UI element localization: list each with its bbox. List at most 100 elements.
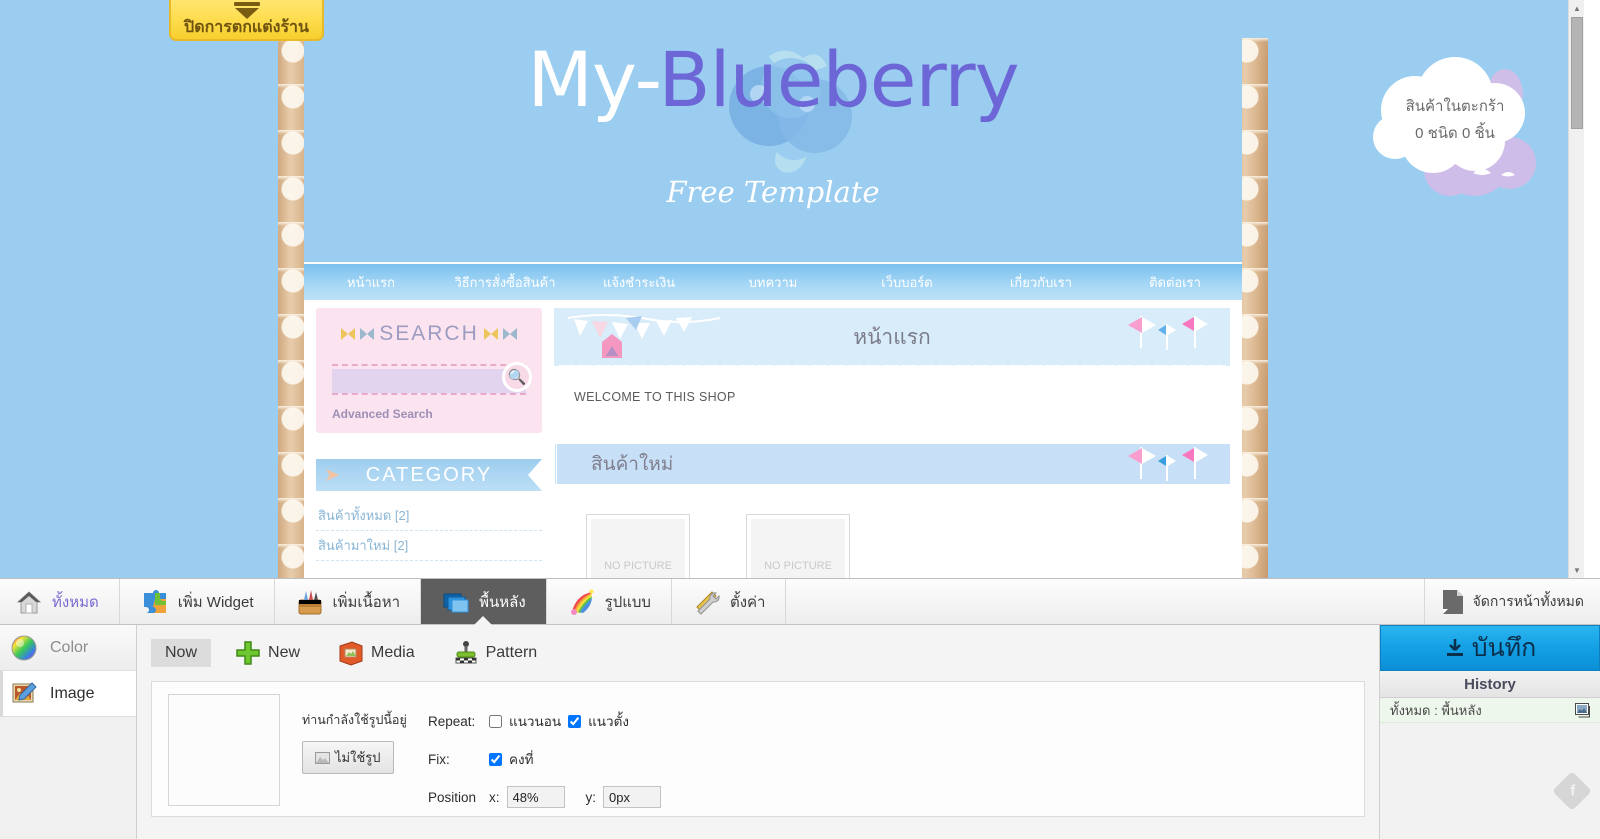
history-item-label: ทั้งหมด : พื้นหลัง xyxy=(1390,702,1482,718)
side-item-color[interactable]: Color xyxy=(0,625,136,671)
toolbox-icon xyxy=(298,589,321,614)
close-decoration-button[interactable]: ปิดการตกแต่งร้าน xyxy=(169,0,324,41)
product-thumbnail[interactable]: NO PICTURE xyxy=(746,514,850,578)
scroll-up-arrow-icon[interactable]: ▲ xyxy=(1569,0,1584,16)
new-products-title: สินค้าใหม่ xyxy=(591,454,674,475)
cart-count: 0 ชนิด 0 ชิ้น xyxy=(1415,125,1495,142)
search-widget: SEARCH 🔍 Advanced Search xyxy=(316,308,542,433)
search-dash-bottom xyxy=(332,393,526,395)
repeat-row: Repeat: แนวนอน แนวตั้ง xyxy=(428,710,661,732)
history-item[interactable]: ทั้งหมด : พื้นหลัง xyxy=(1380,698,1600,723)
panel-tab-now-label: Now xyxy=(165,644,198,661)
nav-item-webboard[interactable]: เว็บบอร์ด xyxy=(840,272,974,293)
manage-all-pages-button[interactable]: จัดการหน้าทั้งหมด xyxy=(1425,579,1600,624)
history-list-body: f xyxy=(1380,723,1600,839)
toolbar-tab-all-label: ทั้งหมด xyxy=(52,593,99,611)
bowtie-blue-icon-2 xyxy=(502,328,517,340)
search-input[interactable] xyxy=(332,369,526,393)
position-x-label: x: xyxy=(489,789,500,805)
triangle-down-icon-bar xyxy=(233,2,260,6)
right-panel: บันทึก History ทั้งหมด : พื้นหลัง f xyxy=(1379,625,1600,839)
stamp-icon xyxy=(455,641,477,664)
fix-row: Fix: คงที่ xyxy=(428,748,661,770)
nav-item-how-to-order[interactable]: วิธีการสั่งซื้อสินค้า xyxy=(438,272,572,293)
category-list: สินค้าทั้งหมด [2] สินค้ามาใหม่ [2] xyxy=(316,491,542,561)
scrollbar-thumb[interactable] xyxy=(1571,17,1583,129)
page-scrollbar[interactable]: ▲ ▼ xyxy=(1568,0,1584,578)
position-y-input[interactable] xyxy=(603,786,662,808)
manage-all-pages-label: จัดการหน้าทั้งหมด xyxy=(1472,592,1584,609)
background-image-preview[interactable] xyxy=(168,694,280,806)
page-icon xyxy=(1442,589,1463,614)
cart-label: สินค้าในตะกร้า xyxy=(1405,98,1505,115)
site-sidebar: SEARCH 🔍 Advanced Search ➤ CATEGORY สินค… xyxy=(304,300,554,578)
search-field-wrap: 🔍 xyxy=(332,362,532,395)
background-image-settings-card: ท่านกำลังใช้รูปนี้อยู่ ไม่ใช้รูป Repeat:… xyxy=(151,681,1365,817)
position-row: Position x: y: xyxy=(428,786,662,808)
welcome-message: WELCOME TO THIS SHOP xyxy=(558,378,1226,416)
toolbar-tab-add-content[interactable]: เพิ่มเนื้อหา xyxy=(275,579,422,624)
panel-tab-new[interactable]: New xyxy=(221,635,314,671)
cart-widget[interactable]: สินค้าในตะกร้า 0 ชนิด 0 ชิ้น xyxy=(1355,55,1555,215)
editor-side-nav: Color Image xyxy=(0,625,137,839)
site-banner: My-Blueberry Free Template xyxy=(304,0,1242,262)
category-item-new[interactable]: สินค้ามาใหม่ [2] xyxy=(316,531,542,561)
site-navbar: หน้าแรก วิธีการสั่งซื้อสินค้า แจ้งชำระเง… xyxy=(304,262,1242,300)
nav-item-contact[interactable]: ติดต่อเรา xyxy=(1108,272,1242,293)
color-wheel-icon xyxy=(11,635,37,660)
advanced-search-link[interactable]: Advanced Search xyxy=(332,407,526,421)
fix-checkbox[interactable] xyxy=(489,752,502,766)
tools-icon xyxy=(696,590,720,615)
save-button[interactable]: บันทึก xyxy=(1380,625,1600,671)
panel-tab-now[interactable]: Now xyxy=(151,639,212,667)
nav-item-about-us[interactable]: เกี่ยวกับเรา xyxy=(974,272,1108,293)
nav-item-articles[interactable]: บทความ xyxy=(706,272,840,293)
site-container: My-Blueberry Free Template หน้าแรก วิธีก… xyxy=(278,0,1268,578)
search-title-label: SEARCH xyxy=(379,322,479,345)
fix-label: Fix: xyxy=(428,751,450,767)
toolbar-spacer xyxy=(786,579,1425,624)
site-preview-frame: My-Blueberry Free Template หน้าแรก วิธีก… xyxy=(0,0,1584,578)
cart-text: สินค้าในตะกร้า 0 ชนิด 0 ชิ้น xyxy=(1355,93,1555,147)
download-icon xyxy=(1446,639,1463,656)
side-item-image[interactable]: Image xyxy=(0,671,136,717)
toolbar-tab-add-widget-label: เพิ่ม Widget xyxy=(177,593,254,611)
scallop-divider xyxy=(558,365,1226,377)
new-products-header: สินค้าใหม่ xyxy=(554,444,1230,484)
triangle-down-icon xyxy=(234,8,259,19)
background-options-form: Repeat: แนวนอน แนวตั้ง Fix: คงที่ Positi… xyxy=(420,694,662,808)
panel-tab-media[interactable]: Media xyxy=(324,635,429,671)
layers-icon xyxy=(443,593,469,612)
repeat-horizontal-checkbox[interactable] xyxy=(489,714,502,728)
scroll-down-arrow-icon[interactable]: ▼ xyxy=(1569,562,1584,578)
site-main: หน้าแรก WELCOME TO THIS SHOP สินค้าใหม่ … xyxy=(554,300,1242,578)
repeat-vertical-checkbox[interactable] xyxy=(568,714,582,728)
scallop-divider-bottom xyxy=(558,416,1226,428)
panel-tab-pattern[interactable]: Pattern xyxy=(439,635,552,671)
feedly-icon[interactable]: f xyxy=(1552,771,1592,811)
no-image-button-label: ไม่ใช้รูป xyxy=(335,750,381,765)
search-dash-top xyxy=(332,364,526,366)
toolbar-tab-layout[interactable]: รูปแบบ xyxy=(547,579,672,624)
toolbar-tab-settings[interactable]: ตั้งค่า xyxy=(672,579,787,624)
toolbar-tab-add-widget[interactable]: เพิ่ม Widget xyxy=(120,579,275,624)
panel-tab-pattern-label: Pattern xyxy=(485,644,538,661)
toolbar-tab-background[interactable]: พื้นหลัง xyxy=(421,579,547,624)
logo-part-2: Blueberry xyxy=(658,35,1019,124)
magnifier-icon[interactable]: 🔍 xyxy=(502,362,532,392)
no-image-button[interactable]: ไม่ใช้รูป xyxy=(302,741,394,774)
close-decoration-label: ปิดการตกแต่งร้าน xyxy=(184,19,309,36)
nav-item-home[interactable]: หน้าแรก xyxy=(304,272,438,293)
category-item-all[interactable]: สินค้าทั้งหมด [2] xyxy=(316,501,542,531)
editor-body: Color Image Now New Media Pattern ท่านกำ… xyxy=(0,625,1600,839)
product-thumbnail[interactable]: NO PICTURE xyxy=(586,514,690,578)
page-header-banner: หน้าแรก xyxy=(554,308,1230,366)
history-title: History xyxy=(1380,671,1600,698)
editor-toolbar: ทั้งหมด เพิ่ม Widget เพิ่มเนื้อหา พื้นหล… xyxy=(0,578,1600,625)
puzzle-icon xyxy=(143,589,166,613)
toolbar-tab-add-content-label: เพิ่มเนื้อหา xyxy=(332,593,401,611)
category-title: CATEGORY xyxy=(365,463,493,486)
nav-item-payment[interactable]: แจ้งชำระเงิน xyxy=(572,272,706,293)
toolbar-tab-all[interactable]: ทั้งหมด xyxy=(0,579,120,624)
position-x-input[interactable] xyxy=(506,786,565,808)
